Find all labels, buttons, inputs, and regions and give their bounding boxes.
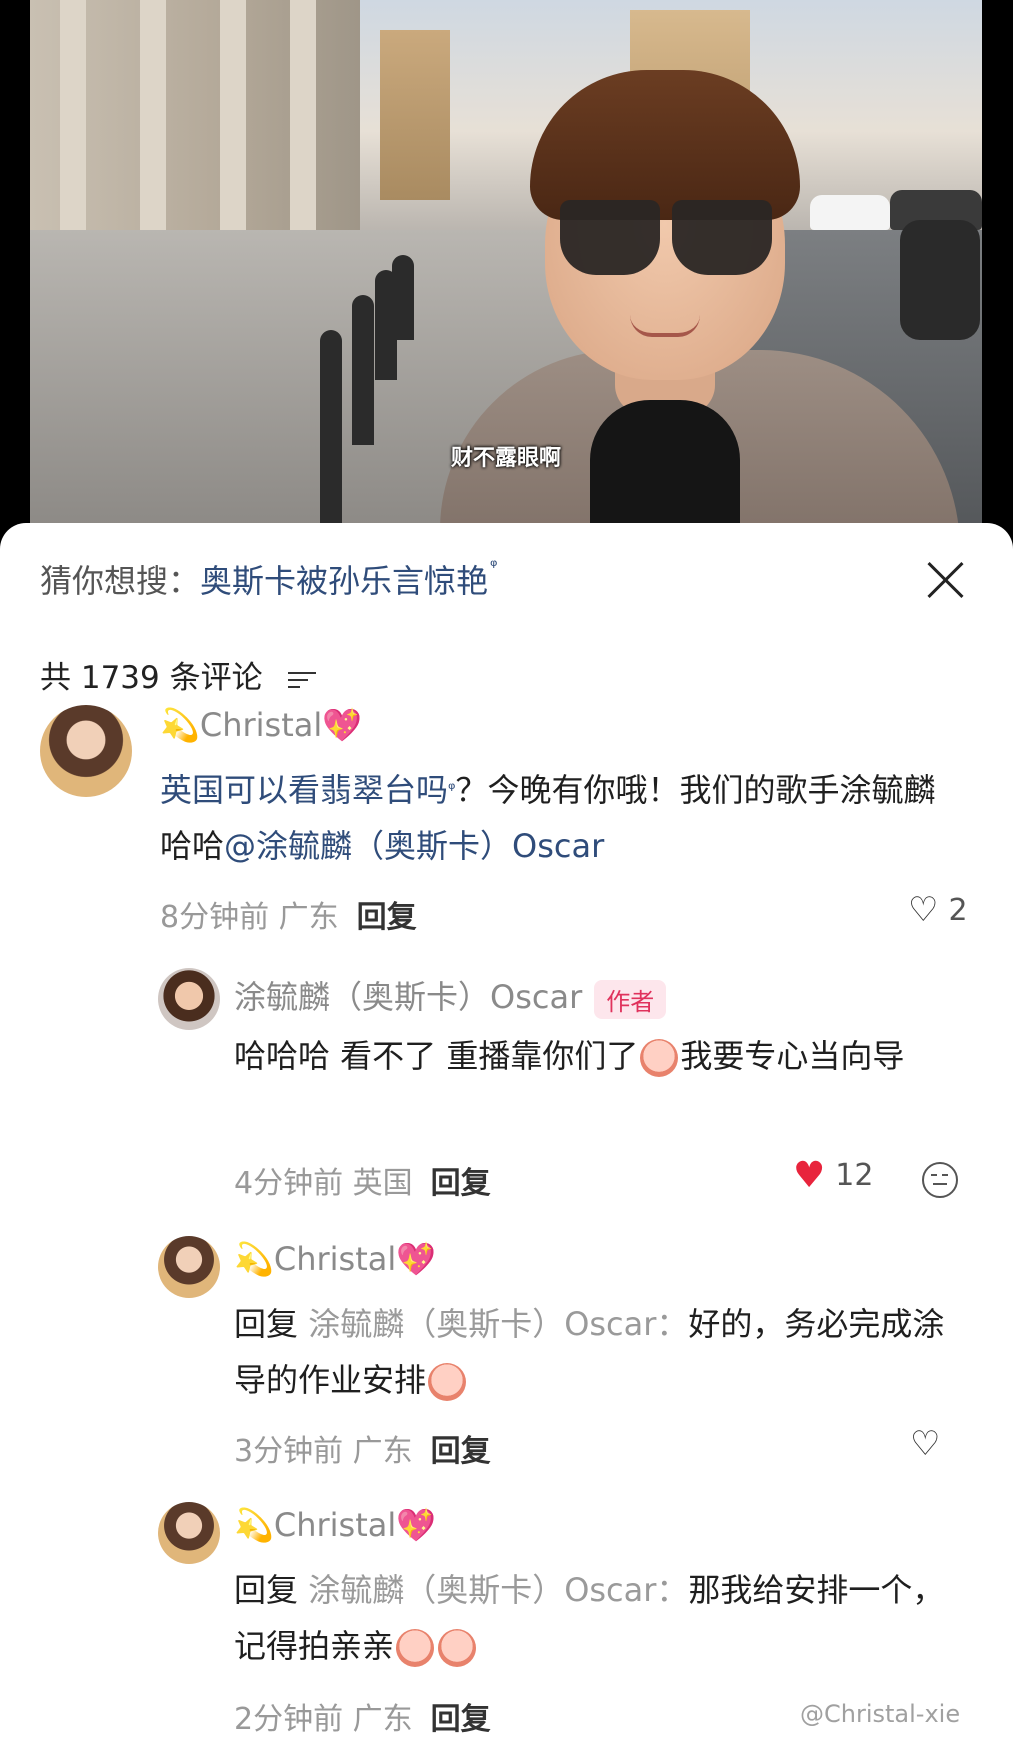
- dislike-face-icon[interactable]: [922, 1162, 958, 1198]
- comment-text: 英国可以看翡翠台吗ᵠ？今晚有你哦！我们的歌手涂毓麟哈哈@涂毓麟（奥斯卡）Osca…: [160, 771, 936, 865]
- author-badge: 作者: [594, 979, 667, 1019]
- heart-outline-icon: ♡: [910, 1424, 941, 1464]
- comment-username[interactable]: 💫Christal💖: [160, 706, 362, 744]
- comment-text: 回复 涂毓麟（奥斯卡）Oscar：好的，务必完成涂导的作业安排: [234, 1305, 945, 1401]
- video-player[interactable]: 财不露眼啊: [0, 0, 1013, 540]
- like-button[interactable]: ♡ 2: [908, 890, 968, 930]
- filter-icon[interactable]: [288, 670, 317, 690]
- comment-meta: 8分钟前 广东 回复: [160, 900, 417, 935]
- video-bollard: [392, 255, 414, 340]
- video-frame[interactable]: 财不露眼啊: [30, 0, 982, 525]
- sunglasses-icon: [560, 200, 775, 280]
- reply-to-user[interactable]: 涂毓麟（奥斯卡）Oscar：: [308, 1571, 688, 1609]
- comment-meta: 2分钟前 广东 回复: [234, 1702, 491, 1737]
- heart-outline-icon: ♡: [908, 890, 939, 930]
- search-icon: ᵠ: [448, 779, 456, 800]
- sticker-icon: [438, 1629, 477, 1667]
- reply-button[interactable]: 回复: [431, 1702, 491, 1737]
- heart-filled-icon: ♥: [793, 1155, 826, 1196]
- comment-text: 哈哈哈 看不了 重播靠你们了 我要专心当向导: [234, 1037, 905, 1077]
- comment-text: 回复 涂毓麟（奥斯卡）Oscar：那我给安排一个，记得拍亲亲: [234, 1571, 945, 1667]
- search-suggestion[interactable]: 猜你想搜：奥斯卡被孙乐言惊艳 ᵠ: [40, 556, 498, 602]
- like-button[interactable]: ♥ 12: [793, 1155, 873, 1196]
- comment-username[interactable]: 💫Christal💖: [234, 1240, 436, 1278]
- suggestion-query[interactable]: 奥斯卡被孙乐言惊艳: [200, 562, 488, 600]
- reply-button[interactable]: 回复: [431, 1166, 491, 1201]
- like-button[interactable]: ♡: [910, 1424, 940, 1464]
- like-count: 12: [835, 1158, 874, 1193]
- reply-button[interactable]: 回复: [357, 900, 417, 935]
- avatar[interactable]: [40, 705, 132, 797]
- comment-meta: 3分钟前 广东 回复: [234, 1434, 491, 1469]
- video-bollard: [320, 330, 342, 525]
- mention-link[interactable]: @涂毓麟（奥斯卡）Oscar: [224, 827, 604, 865]
- sticker-icon: [640, 1039, 679, 1077]
- search-icon: ᵠ: [490, 556, 498, 577]
- comment-username[interactable]: 涂毓麟（奥斯卡）Oscar 作者: [234, 972, 667, 1019]
- sticker-icon: [396, 1629, 435, 1667]
- video-subtitle: 财不露眼啊: [450, 446, 561, 471]
- watermark: @Christal-xie: [800, 1700, 961, 1728]
- comment-meta: 4分钟前 英国 回复: [234, 1166, 491, 1201]
- reply-to-user[interactable]: 涂毓麟（奥斯卡）Oscar：: [308, 1305, 688, 1343]
- comment-count-label: 共 1739 条评论: [40, 660, 263, 696]
- like-count: 2: [948, 892, 968, 928]
- avatar[interactable]: [158, 968, 220, 1030]
- video-bollard: [352, 295, 374, 445]
- avatar[interactable]: [158, 1236, 220, 1298]
- avatar[interactable]: [158, 1502, 220, 1564]
- comment-count: 共 1739 条评论: [40, 652, 317, 697]
- reply-button[interactable]: 回复: [431, 1434, 491, 1469]
- comment-sheet: [0, 523, 1013, 1738]
- sticker-icon: [428, 1363, 467, 1401]
- suggestion-prefix: 猜你想搜：: [40, 562, 201, 600]
- comment-username[interactable]: 💫Christal💖: [234, 1506, 436, 1544]
- close-icon[interactable]: [925, 560, 965, 600]
